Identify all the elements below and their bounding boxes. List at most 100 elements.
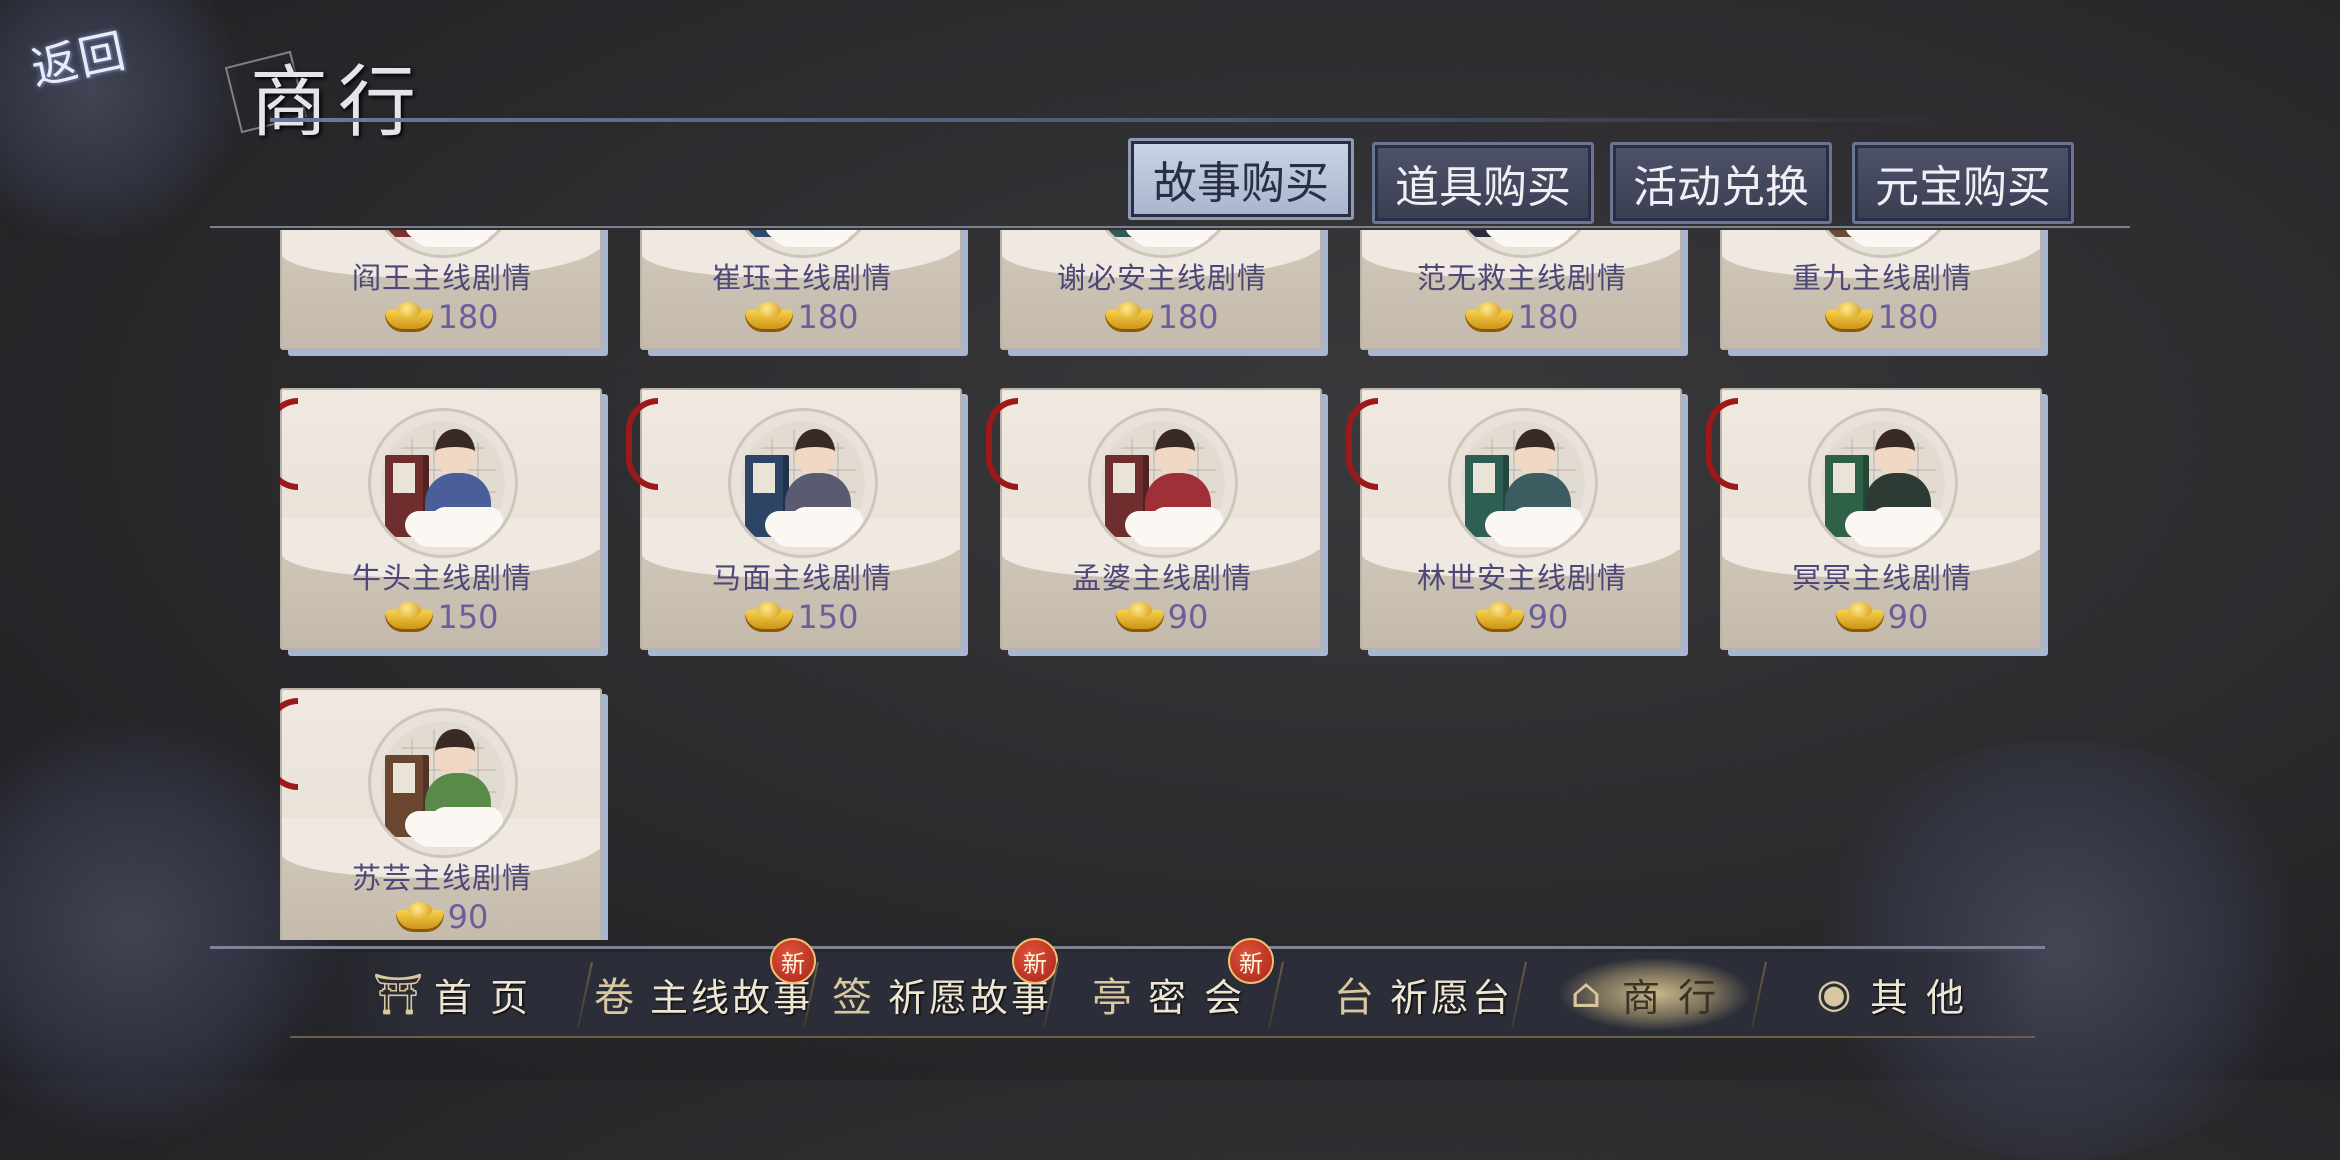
character-head [795,429,835,475]
story-item-card[interactable]: 牛头主线剧情 150 [280,388,608,656]
price-value: 180 [1517,298,1579,336]
gold-ingot-icon [385,302,434,332]
item-price: 90 [1722,598,2040,636]
price-value: 180 [1877,298,1939,336]
nav-secret-meeting[interactable]: 亭 密 会 [1086,958,1245,1030]
tabs-divider [210,226,2130,228]
item-price: 180 [1362,298,1680,336]
item-name: 林世安主线剧情 [1416,561,1627,595]
card-face: 崔珏主线剧情 180 [640,230,962,350]
story-item-card[interactable]: 谢必安主线剧情 180 [1000,230,1328,356]
pavilion-icon: 亭 [1092,975,1132,1021]
item-name: 孟婆主线剧情 [1071,561,1252,595]
nav-wish-altar-label: 祈愿台 [1390,975,1514,1020]
nav-shop[interactable]: ⌂ 商 行 [1560,958,1750,1030]
gold-ingot-icon [385,602,434,632]
card-face: 马面主线剧情 150 [640,388,962,650]
price-value: 180 [437,298,499,336]
cloud-icon [1131,511,1211,547]
cloud-icon [771,511,851,547]
item-name: 阎王主线剧情 [351,261,532,295]
character-portrait [1448,408,1598,558]
card-face: 苏芸主线剧情 90 [280,688,602,940]
card-face: 林世安主线剧情 90 [1360,388,1682,650]
item-name: 崔珏主线剧情 [711,261,892,295]
price-value: 90 [447,898,489,936]
character-head [435,429,475,475]
card-face: 孟婆主线剧情 90 [1000,388,1322,650]
tab-event-exchange[interactable]: 活动兑换 [1610,142,1832,224]
item-price: 180 [1722,298,2040,336]
cloud-icon [1851,511,1931,547]
lot-icon: 签 [832,975,872,1021]
cloud-icon [411,230,491,247]
back-button[interactable]: 返回 [26,20,160,110]
gold-ingot-icon [1475,602,1524,632]
story-item-card[interactable]: 马面主线剧情 150 [626,388,968,656]
cloud-icon [1131,230,1211,247]
page-title: 商行 [250,58,427,148]
character-head [1875,429,1915,475]
story-item-card[interactable]: 孟婆主线剧情 90 [986,388,1328,656]
red-ribbon [280,698,298,790]
item-name: 牛头主线剧情 [351,561,532,595]
gate-icon: ⛩ [372,971,424,1018]
nav-other-label: 其 他 [1870,975,1968,1020]
new-badge: 新 [770,938,816,984]
story-item-card[interactable]: 阎王主线剧情 180 [280,230,608,356]
item-name: 重九主线剧情 [1791,261,1972,295]
cloud-icon [771,230,851,247]
nav-divider [210,946,2045,949]
story-item-card[interactable]: 重九主线剧情 180 [1720,230,2048,356]
price-value: 180 [1157,298,1219,336]
story-item-grid[interactable]: 阎王主线剧情 180 崔珏主线剧情 180 谢必安主线剧情 180 范无救主线剧情 180 重九… [280,230,2060,940]
nav-other[interactable]: ◉ 其 他 [1808,958,1967,1030]
gold-ingot-icon [745,302,794,332]
gold-ingot-icon [1835,602,1884,632]
scroll-icon: 卷 [594,975,634,1021]
nav-secret-meeting-label: 密 会 [1148,975,1246,1020]
card-face: 牛头主线剧情 150 [280,388,602,650]
character-head [1155,429,1195,475]
character-portrait [368,708,518,858]
character-portrait [1808,408,1958,558]
tab-item-purchase[interactable]: 道具购买 [1372,142,1594,224]
title-underline [270,118,1960,122]
nav-shop-label: 商 行 [1622,975,1720,1020]
item-price: 90 [1002,598,1320,636]
cloud-icon [1851,230,1931,247]
story-item-card[interactable]: 冥冥主线剧情 90 [1706,388,2048,656]
pouch-icon: ◉ [1816,971,1852,1017]
nav-home-label: 首 页 [434,975,532,1020]
story-item-card[interactable]: 范无救主线剧情 180 [1360,230,1688,356]
cloud-icon [411,511,491,547]
story-item-card[interactable]: 林世安主线剧情 90 [1346,388,1688,656]
altar-icon: 台 [1334,975,1374,1021]
nav-wish-altar[interactable]: 台 祈愿台 [1328,958,1513,1030]
item-name: 范无救主线剧情 [1416,261,1627,295]
back-label: 返回 [26,23,132,96]
item-price: 90 [282,898,600,936]
price-value: 180 [797,298,859,336]
story-item-card[interactable]: 崔珏主线剧情 180 [640,230,968,356]
nav-home[interactable]: ⛩ 首 页 [372,958,531,1030]
item-name: 谢必安主线剧情 [1056,261,1267,295]
card-face: 阎王主线剧情 180 [280,230,602,350]
story-item-card[interactable]: 苏芸主线剧情 90 [280,688,608,940]
tab-story-purchase[interactable]: 故事购买 [1128,138,1354,220]
item-name: 马面主线剧情 [711,561,892,595]
character-portrait [1088,408,1238,558]
cloud-icon [1491,230,1571,247]
red-ribbon [1706,398,1738,490]
price-value: 150 [437,598,499,636]
price-value: 90 [1887,598,1929,636]
item-price: 180 [1002,298,1320,336]
red-ribbon [626,398,658,490]
item-price: 150 [282,598,600,636]
character-portrait [728,408,878,558]
item-price: 150 [642,598,960,636]
gold-ingot-icon [1105,302,1154,332]
tab-ingot-purchase[interactable]: 元宝购买 [1852,142,2074,224]
gold-ingot-icon [745,602,794,632]
price-value: 90 [1527,598,1569,636]
